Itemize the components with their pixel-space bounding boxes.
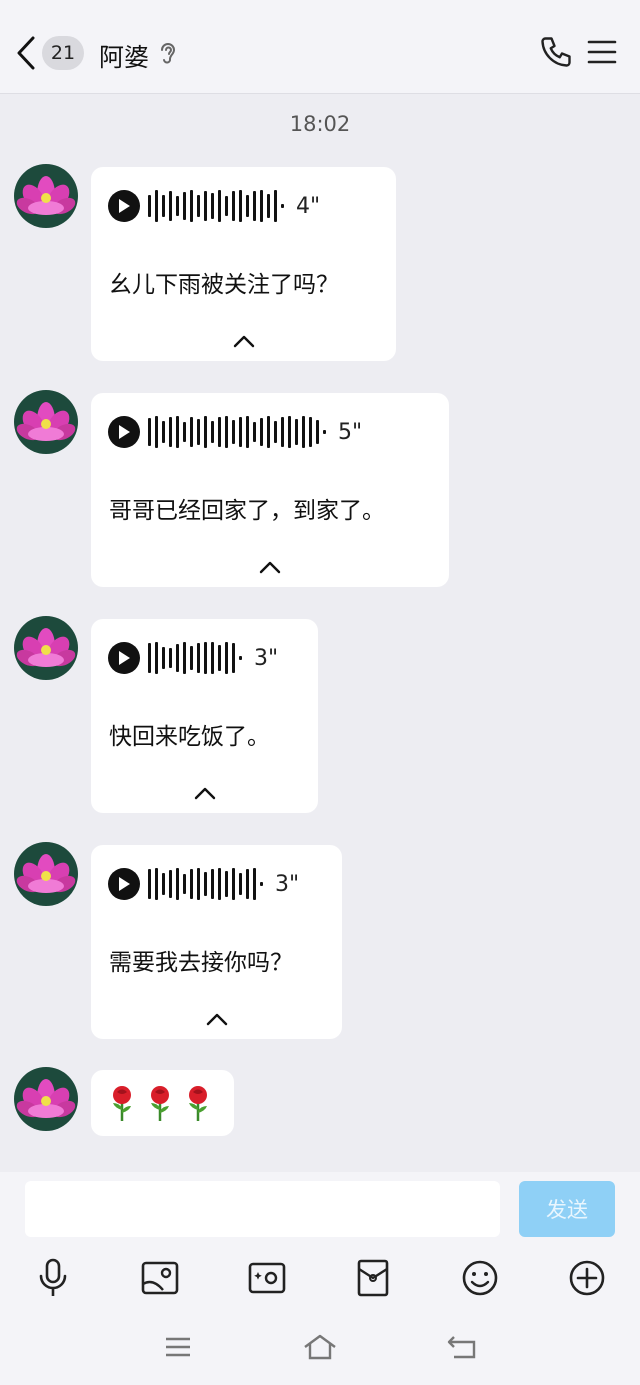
lotus-avatar-icon [14,842,78,906]
voice-message-bubble[interactable]: 3" 快回来吃饭了。 [91,619,318,813]
play-icon [119,425,130,439]
emoji-message-bubble[interactable] [91,1070,234,1136]
voice-message-bubble[interactable]: 4" 幺儿下雨被关注了吗？ [91,167,396,361]
play-button[interactable] [108,416,140,448]
emoji-button[interactable] [458,1256,502,1300]
plus-icon [569,1260,605,1296]
rose-icon [189,1086,207,1121]
contact-avatar[interactable] [14,390,78,454]
voice-duration: 3" [254,645,279,671]
phone-call-icon[interactable] [538,34,574,70]
menu-icon[interactable] [587,38,617,66]
chat-title: 阿婆 [99,43,150,72]
play-button[interactable] [108,190,140,222]
contact-avatar[interactable] [14,842,78,906]
collapse-chevron-icon[interactable] [205,1011,229,1027]
voice-transcript: 幺儿下雨被关注了吗？ [109,272,339,298]
lotus-avatar-icon [14,616,78,680]
back-button[interactable]: 21 [16,32,90,74]
voice-transcript: 快回来吃饭了。 [109,724,270,750]
voice-waveform [148,416,326,448]
red-packet-icon [357,1259,389,1297]
home-icon [304,1334,336,1360]
collapse-chevron-icon[interactable] [193,785,217,801]
more-button[interactable] [565,1256,609,1300]
camera-button[interactable] [245,1256,289,1300]
rose-icon [113,1086,131,1121]
play-icon [119,651,130,665]
rose-icon [151,1086,169,1121]
voice-message-bubble[interactable]: 5" 哥哥已经回家了，到家了。 [91,393,449,587]
message-timestamp: 18:02 [289,112,351,136]
unread-badge: 21 [42,36,84,70]
collapse-chevron-icon[interactable] [232,333,256,349]
voice-input-button[interactable] [31,1256,75,1300]
back-arrow-icon [447,1336,476,1359]
chevron-left-icon [17,36,35,70]
contact-avatar[interactable] [14,164,78,228]
voice-duration: 5" [338,419,363,445]
nav-home-button[interactable] [300,1330,340,1364]
lotus-avatar-icon [14,390,78,454]
voice-message-bubble[interactable]: 3" 需要我去接你吗？ [91,845,342,1039]
image-button[interactable] [138,1256,182,1300]
play-icon [119,877,130,891]
image-icon [141,1261,179,1295]
voice-waveform [148,868,263,900]
play-icon [119,199,130,213]
voice-waveform [148,190,284,222]
voice-transcript: 哥哥已经回家了，到家了。 [109,498,385,524]
voice-duration: 3" [275,871,300,897]
chat-header: 21 阿婆 [0,0,640,94]
earpiece-mode-icon[interactable] [158,40,178,66]
voice-duration: 4" [296,193,321,219]
nav-menu-button[interactable] [158,1330,198,1364]
input-area: 发送 [0,1172,640,1385]
nav-back-button[interactable] [442,1330,482,1364]
camera-icon [248,1262,286,1294]
play-button[interactable] [108,642,140,674]
lotus-avatar-icon [14,1067,78,1131]
collapse-chevron-icon[interactable] [258,559,282,575]
contact-avatar[interactable] [14,616,78,680]
lotus-avatar-icon [14,164,78,228]
play-button[interactable] [108,868,140,900]
voice-waveform [148,642,242,674]
voice-transcript: 需要我去接你吗？ [109,950,293,976]
send-button[interactable]: 发送 [519,1181,615,1237]
microphone-icon [39,1258,67,1296]
message-input[interactable] [25,1181,500,1237]
menu-icon [166,1337,190,1357]
emoji-icon [462,1260,498,1296]
red-packet-button[interactable] [351,1256,395,1300]
contact-avatar[interactable] [14,1067,78,1131]
